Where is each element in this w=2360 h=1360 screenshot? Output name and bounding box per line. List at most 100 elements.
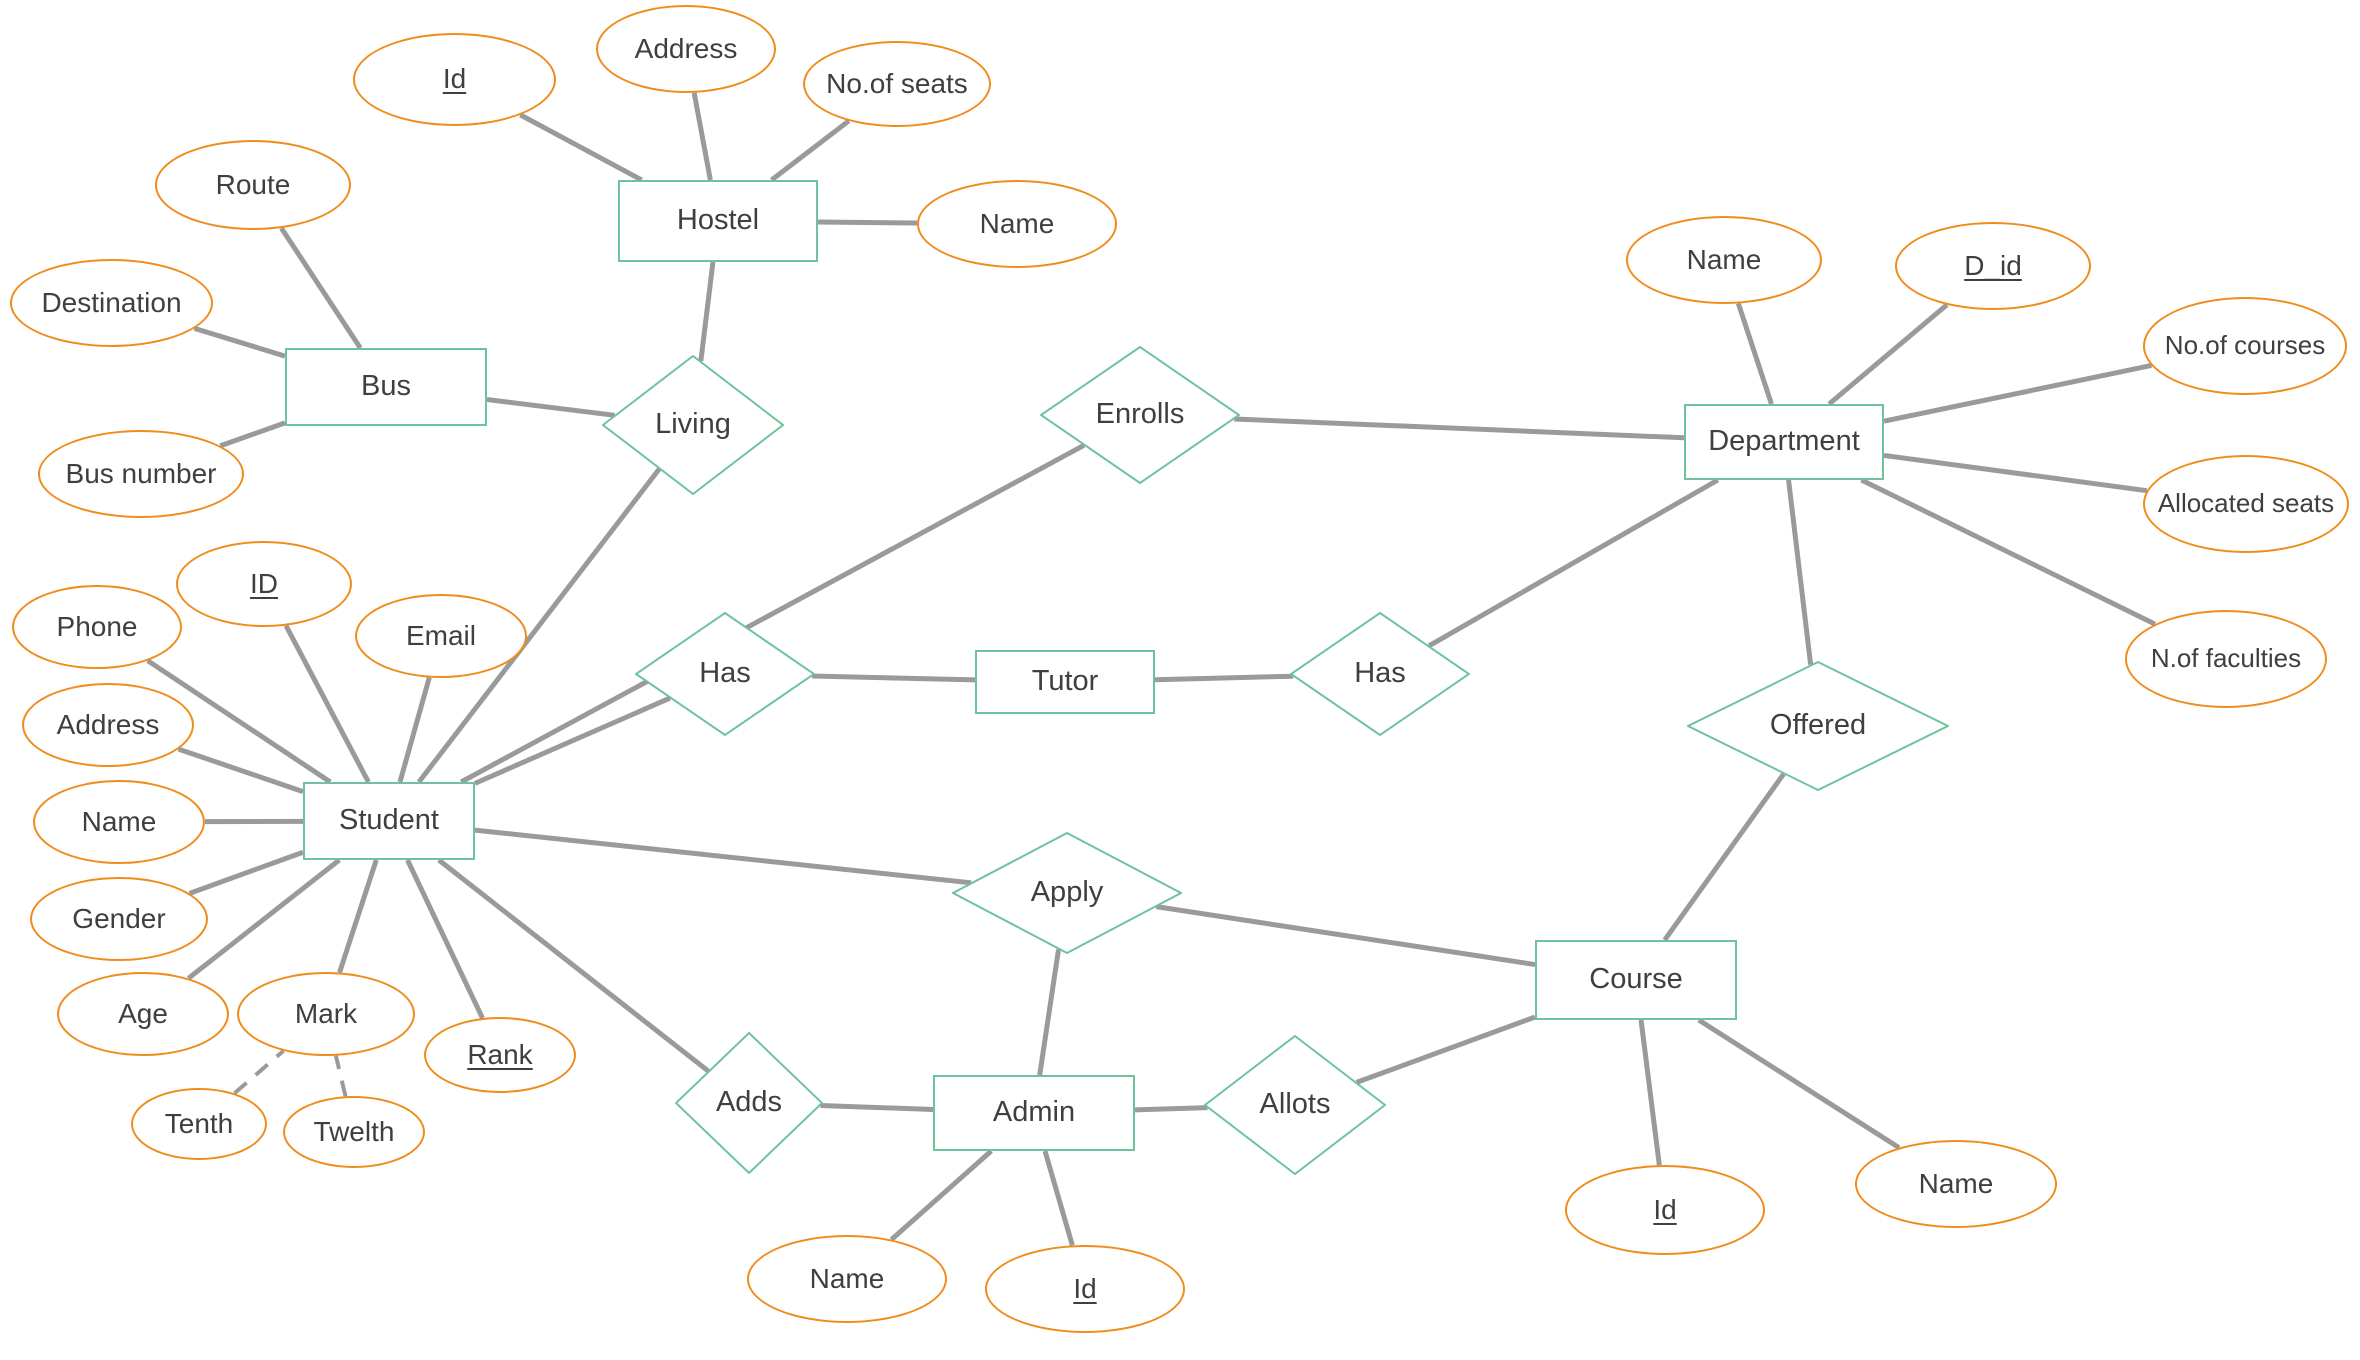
relationship-label: Living: [655, 408, 731, 441]
edge-has_left-to-tutor: [811, 673, 976, 683]
attribute-dept_did[interactable]: D_id: [1895, 222, 2091, 310]
attribute-hostel_id[interactable]: Id: [353, 33, 556, 126]
entity-hostel[interactable]: Hostel: [618, 180, 818, 262]
edge-stu_email-to-student: [397, 676, 432, 783]
relationship-living[interactable]: Living: [602, 355, 784, 495]
edge-stu_gender-to-student: [188, 849, 304, 896]
relationship-label: Apply: [1030, 876, 1104, 909]
attribute-stu_rank[interactable]: Rank: [424, 1017, 576, 1093]
edge-course_name-to-course: [1697, 1017, 1901, 1150]
er-diagram-canvas: Hostel Bus Student Department Tutor Course Adm…: [0, 0, 2360, 1360]
entity-course[interactable]: Course: [1535, 940, 1737, 1020]
attribute-label: Tenth: [164, 1107, 234, 1139]
edge-mark_twelth-to-stu_mark: [333, 1055, 348, 1097]
attribute-dept_courses[interactable]: No.of courses: [2143, 297, 2347, 395]
entity-label: Hostel: [676, 204, 760, 237]
relationship-apply[interactable]: Apply: [952, 832, 1182, 954]
primary-key-label: Id: [1653, 1193, 1677, 1225]
attribute-label: Name: [979, 207, 1055, 239]
relationship-enrolls[interactable]: Enrolls: [1040, 346, 1240, 484]
attribute-stu_email[interactable]: Email: [355, 594, 527, 678]
attribute-admin_name[interactable]: Name: [747, 1235, 947, 1323]
attribute-stu_addr[interactable]: Address: [22, 683, 194, 767]
attribute-label: N.of faculties: [2150, 643, 2302, 674]
attribute-dept_name[interactable]: Name: [1626, 216, 1822, 304]
primary-key-label: Id: [1073, 1272, 1097, 1304]
relationship-allots[interactable]: Allots: [1204, 1035, 1386, 1175]
attribute-label: Mark: [294, 997, 358, 1029]
relationship-label: Allots: [1259, 1088, 1331, 1121]
relationship-has_left[interactable]: Has: [635, 612, 815, 736]
attribute-bus_dest[interactable]: Destination: [10, 259, 213, 347]
entity-bus[interactable]: Bus: [285, 348, 487, 426]
primary-key-label: D_id: [1964, 249, 2022, 281]
entity-label: Department: [1708, 425, 1860, 458]
relationship-label: Has: [699, 657, 751, 690]
attribute-hostel_name[interactable]: Name: [917, 180, 1117, 268]
attribute-label: Name: [809, 1262, 885, 1294]
edge-bus_route-to-bus: [279, 226, 363, 350]
entity-label: Tutor: [1031, 665, 1099, 698]
attribute-mark_tenth[interactable]: Tenth: [131, 1088, 267, 1160]
attribute-stu_gender[interactable]: Gender: [30, 877, 208, 961]
attribute-label: Allocated seats: [2157, 488, 2335, 519]
entity-admin[interactable]: Admin: [933, 1075, 1135, 1151]
attribute-label: Email: [405, 619, 476, 651]
attribute-label: Twelth: [313, 1115, 395, 1147]
attribute-label: Name: [81, 805, 157, 837]
attribute-bus_route[interactable]: Route: [155, 140, 351, 230]
attribute-stu_age[interactable]: Age: [57, 972, 229, 1056]
edge-admin_id-to-admin: [1042, 1150, 1075, 1247]
attribute-label: Address: [56, 708, 160, 740]
entity-student[interactable]: Student: [303, 782, 475, 860]
edge-enrolls-to-department: [1234, 416, 1685, 441]
attribute-dept_seats[interactable]: Allocated seats: [2143, 455, 2349, 553]
attribute-stu_name[interactable]: Name: [33, 780, 205, 864]
edge-dept_faculty-to-department: [1860, 477, 2157, 627]
relationship-adds[interactable]: Adds: [675, 1032, 823, 1174]
entity-label: Course: [1589, 963, 1683, 996]
attribute-admin_id[interactable]: Id: [985, 1245, 1185, 1333]
edge-apply-to-admin: [1037, 949, 1061, 1076]
edge-department-to-offered: [1786, 479, 1814, 665]
attribute-dept_faculty[interactable]: N.of faculties: [2125, 610, 2327, 708]
attribute-hostel_addr[interactable]: Address: [596, 5, 776, 93]
attribute-stu_id[interactable]: ID: [176, 541, 352, 627]
edge-tutor-to-has_right: [1154, 673, 1294, 683]
relationship-label: Has: [1354, 657, 1406, 690]
entity-tutor[interactable]: Tutor: [975, 650, 1155, 714]
relationship-label: Enrolls: [1095, 398, 1185, 431]
attribute-label: No.of seats: [826, 67, 968, 99]
attribute-stu_mark[interactable]: Mark: [237, 972, 415, 1056]
attribute-course_id[interactable]: Id: [1565, 1165, 1765, 1255]
edge-apply-to-course: [1155, 904, 1536, 968]
attribute-label: Bus number: [65, 457, 217, 489]
attribute-label: Address: [634, 32, 738, 64]
entity-label: Student: [339, 804, 439, 837]
attribute-label: Phone: [56, 610, 138, 642]
edge-student-to-apply: [474, 827, 972, 886]
attribute-label: Age: [118, 997, 168, 1029]
edge-hostel_name-to-hostel: [817, 219, 918, 226]
edge-stu_mark-to-student: [337, 859, 379, 974]
entity-label: Admin: [992, 1096, 1076, 1129]
attribute-course_name[interactable]: Name: [1855, 1140, 2057, 1228]
attribute-mark_twelth[interactable]: Twelth: [283, 1096, 425, 1168]
edge-hostel_id-to-hostel: [519, 112, 643, 183]
relationship-has_right[interactable]: Has: [1290, 612, 1470, 736]
primary-key-label: Rank: [467, 1038, 533, 1070]
edge-mark_tenth-to-stu_mark: [233, 1049, 285, 1095]
edge-hostel-to-living: [698, 261, 716, 362]
attribute-hostel_seats[interactable]: No.of seats: [803, 41, 991, 127]
entity-label: Bus: [361, 370, 411, 403]
attribute-stu_phone[interactable]: Phone: [12, 585, 182, 669]
attribute-bus_number[interactable]: Bus number: [38, 430, 244, 518]
edge-adds-to-admin: [820, 1103, 934, 1112]
edge-bus_dest-to-bus: [193, 325, 286, 359]
edge-admin_name-to-admin: [889, 1149, 993, 1242]
attribute-label: Route: [215, 168, 291, 200]
edge-stu_addr-to-student: [177, 746, 304, 794]
relationship-offered[interactable]: Offered: [1687, 661, 1949, 791]
entity-department[interactable]: Department: [1684, 404, 1884, 480]
edge-admin-to-allots: [1134, 1105, 1208, 1113]
